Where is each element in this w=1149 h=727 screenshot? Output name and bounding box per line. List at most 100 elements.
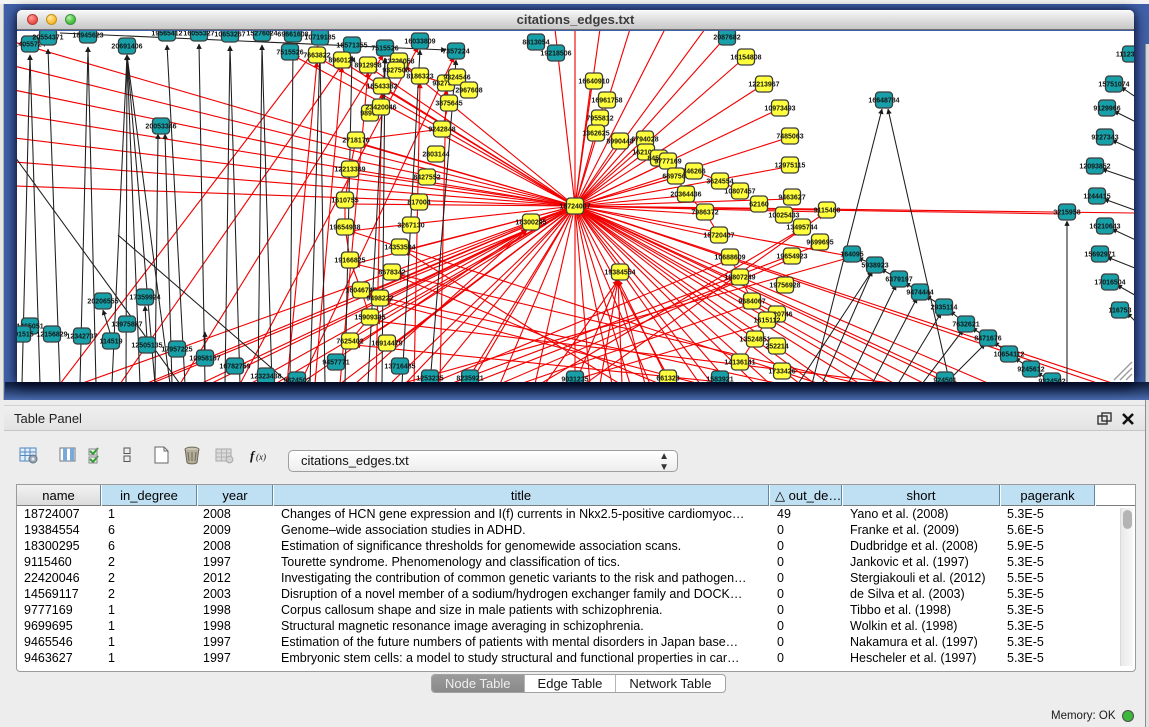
svg-text:3215958: 3215958 (1053, 210, 1080, 217)
svg-text:114519: 114519 (100, 339, 123, 346)
svg-text:17016504: 17016504 (1094, 280, 1125, 287)
svg-text:15909345: 15909345 (354, 315, 385, 322)
svg-text:3875645: 3875645 (435, 101, 462, 108)
svg-text:19654938: 19654938 (329, 225, 360, 232)
svg-text:15751074: 15751074 (1098, 82, 1129, 89)
svg-text:6379197: 6379197 (885, 277, 912, 284)
svg-text:10719185: 10719185 (304, 35, 335, 42)
svg-text:19166825: 19166825 (334, 258, 365, 265)
svg-text:9324502: 9324502 (1038, 379, 1065, 383)
svg-text:1610755: 1610755 (331, 198, 358, 205)
svg-text:116753: 116753 (1109, 308, 1132, 315)
svg-text:2718176: 2718176 (342, 138, 369, 145)
svg-text:3624554: 3624554 (706, 179, 733, 186)
svg-text:12156829: 12156829 (36, 332, 67, 339)
svg-text:8960124: 8960124 (328, 58, 355, 65)
svg-text:7357224: 7357224 (442, 49, 469, 56)
svg-text:16055327: 16055327 (183, 31, 214, 38)
svg-text:14136141: 14136141 (724, 360, 755, 367)
svg-text:10025433: 10025433 (768, 213, 799, 220)
svg-text:13716485: 13716485 (384, 364, 415, 371)
svg-text:10958167: 10958167 (189, 356, 220, 363)
svg-text:9242848: 9242848 (428, 127, 455, 134)
svg-text:9463627: 9463627 (778, 195, 805, 202)
svg-text:20364436: 20364436 (670, 192, 701, 199)
svg-text:12505135: 12505135 (131, 343, 162, 350)
svg-text:10973493: 10973493 (764, 106, 795, 113)
svg-text:13524851: 13524851 (739, 337, 770, 344)
svg-text:7515526: 7515526 (371, 46, 398, 53)
svg-text:16543382: 16543382 (366, 84, 397, 91)
svg-text:1733426: 1733426 (768, 369, 795, 376)
svg-text:12342737: 12342737 (66, 334, 97, 341)
svg-text:10654112: 10654112 (994, 352, 1025, 359)
svg-text:3267130: 3267130 (397, 223, 424, 230)
svg-text:18807249: 18807249 (724, 275, 755, 282)
svg-text:2967608: 2967608 (455, 88, 482, 95)
svg-text:18300295: 18300295 (515, 220, 546, 227)
svg-text:10807457: 10807457 (724, 189, 755, 196)
svg-text:9824502: 9824502 (283, 378, 310, 383)
svg-text:17359924: 17359924 (129, 295, 160, 302)
svg-text:661323: 661323 (656, 376, 679, 383)
svg-text:9684067: 9684067 (738, 299, 765, 306)
svg-text:746266: 746266 (682, 169, 705, 176)
svg-text:9474444: 9474444 (906, 290, 933, 297)
svg-text:62160: 62160 (749, 202, 769, 209)
svg-text:1615112: 1615112 (754, 318, 781, 325)
svg-text:11123456: 11123456 (1116, 52, 1134, 59)
svg-text:5938923: 5938923 (861, 263, 888, 270)
svg-text:16154808: 16154808 (730, 55, 761, 62)
svg-text:9115460: 9115460 (814, 208, 841, 215)
svg-text:10688609: 10688609 (714, 255, 745, 262)
svg-text:391515: 391515 (17, 332, 34, 339)
svg-text:7632621: 7632621 (952, 322, 979, 329)
svg-text:12213369: 12213369 (334, 167, 365, 174)
svg-text:8678342: 8678342 (378, 270, 405, 277)
svg-text:12213967: 12213967 (748, 82, 779, 89)
svg-text:164095: 164095 (840, 252, 863, 259)
svg-text:2803144: 2803144 (422, 152, 449, 159)
svg-text:14353594: 14353594 (384, 245, 415, 252)
svg-text:7955812: 7955812 (586, 116, 613, 123)
svg-text:16782759: 16782759 (219, 364, 250, 371)
svg-text:12975115: 12975115 (775, 163, 806, 170)
svg-text:15692971: 15692971 (1084, 252, 1115, 259)
svg-text:252214: 252214 (765, 344, 788, 351)
svg-text:8813054: 8813054 (522, 40, 549, 47)
svg-text:15276024: 15276024 (246, 31, 277, 38)
svg-text:12093852: 12093852 (1079, 164, 1110, 171)
svg-text:7625402: 7625402 (336, 339, 363, 346)
svg-text:16640910: 16640910 (578, 79, 609, 86)
svg-text:20053346: 20053346 (145, 124, 176, 131)
svg-text:13975887: 13975887 (111, 322, 142, 329)
svg-text:20691406: 20691406 (111, 44, 142, 51)
svg-text:9777169: 9777169 (654, 159, 681, 166)
svg-text:1253235: 1253235 (416, 376, 443, 383)
svg-text:817004: 817004 (407, 200, 430, 207)
svg-text:9324546: 9324546 (443, 75, 470, 82)
svg-text:8235921: 8235921 (456, 376, 483, 383)
svg-text:16961758: 16961758 (591, 98, 622, 105)
svg-text:7515526: 7515526 (276, 50, 303, 57)
svg-text:18724007: 18724007 (559, 204, 590, 211)
svg-text:16571355: 16571355 (336, 43, 367, 50)
svg-text:8186323: 8186323 (406, 74, 433, 81)
svg-text:2935114: 2935114 (931, 305, 958, 312)
svg-text:8990448: 8990448 (606, 139, 633, 146)
svg-text:6794028: 6794028 (631, 137, 658, 144)
svg-text:1244415: 1244415 (1083, 194, 1110, 201)
svg-text:9129966: 9129966 (1093, 106, 1120, 113)
svg-text:9498222: 9498222 (366, 296, 393, 303)
svg-text:16210643: 16210643 (1089, 224, 1120, 231)
svg-text:8912958: 8912958 (354, 63, 381, 70)
svg-text:15720407: 15720407 (703, 233, 734, 240)
svg-text:7986372: 7986372 (691, 210, 718, 217)
svg-text:7663822: 7663822 (303, 53, 330, 60)
svg-text:19654923: 19654923 (776, 254, 807, 261)
svg-text:17957225: 17957225 (161, 347, 192, 354)
svg-text:19565412: 19565412 (151, 31, 182, 38)
svg-text:9699695: 9699695 (806, 240, 833, 247)
svg-text:16914479: 16914479 (371, 341, 402, 348)
svg-text:19384554: 19384554 (604, 270, 635, 277)
